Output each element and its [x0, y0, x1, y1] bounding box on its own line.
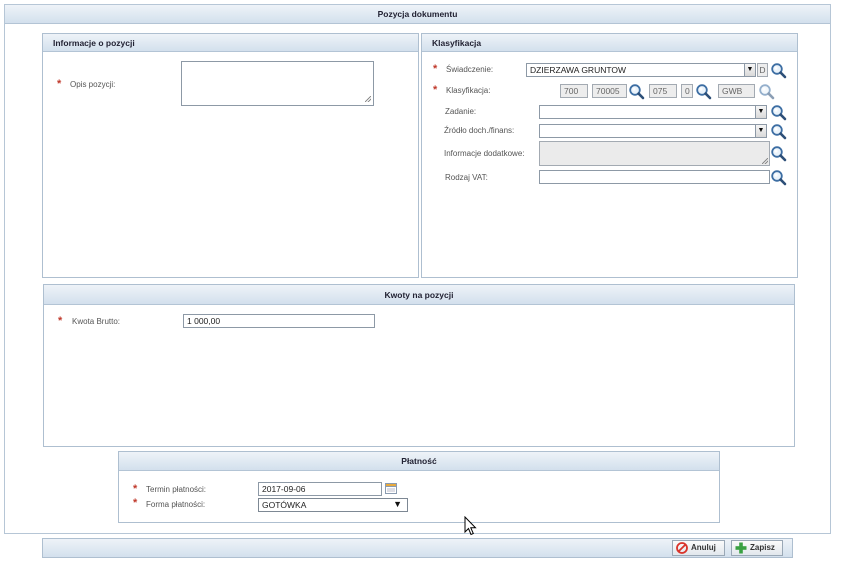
zadanie-select[interactable]: ▼ — [539, 105, 767, 119]
chevron-down-icon[interactable]: ▼ — [755, 125, 766, 137]
klasyfikacja-panel-title: Klasyfikacja — [422, 34, 797, 52]
kwoty-panel: Kwoty na pozycji * Kwota Brutto: 1 000,0… — [43, 284, 795, 447]
info-panel-title: Informacje o pozycji — [43, 34, 418, 52]
kwota-brutto-label: Kwota Brutto: — [72, 317, 121, 326]
search-icon[interactable] — [770, 104, 787, 121]
termin-platnosci-input[interactable]: 2017-09-06 — [258, 482, 382, 496]
resize-handle-icon[interactable] — [762, 158, 768, 164]
swiadczenie-label: Świadczenie: — [446, 65, 494, 74]
footer-toolbar: Anuluj Zapisz — [42, 538, 793, 558]
klasyfikacja-panel: Klasyfikacja * Świadczenie: DZIERZAWA GR… — [421, 33, 798, 278]
search-icon[interactable] — [770, 123, 787, 140]
save-button[interactable]: Zapisz — [731, 540, 783, 556]
cancel-button[interactable]: Anuluj — [672, 540, 725, 556]
search-icon — [758, 83, 775, 100]
termin-platnosci-label: Termin płatności: — [146, 485, 207, 494]
opis-textarea[interactable] — [181, 61, 374, 106]
dialog-title: Pozycja dokumentu — [5, 5, 830, 24]
resize-handle-icon[interactable] — [365, 96, 371, 102]
klasyfikacja-dzial: 700 — [560, 84, 588, 98]
kwoty-panel-title: Kwoty na pozycji — [44, 285, 794, 305]
search-icon[interactable] — [695, 83, 712, 100]
required-marker: * — [433, 84, 438, 96]
mouse-cursor-icon — [464, 516, 477, 536]
chevron-down-icon[interactable]: ▼ — [755, 106, 766, 118]
klasyfikacja-zrodlo: GWB — [718, 84, 755, 98]
required-marker: * — [57, 78, 62, 90]
forma-platnosci-label: Forma płatności: — [146, 500, 206, 509]
info-dodatkowe-textarea[interactable] — [539, 141, 770, 166]
calendar-icon[interactable] — [385, 482, 397, 494]
platnosc-panel-title: Płatność — [119, 452, 719, 471]
required-marker: * — [133, 497, 138, 509]
klasyfikacja-paragraf: 075 — [649, 84, 677, 98]
save-button-label: Zapisz — [750, 543, 775, 552]
required-marker: * — [433, 63, 438, 75]
search-icon[interactable] — [628, 83, 645, 100]
zrodlo-select[interactable]: ▼ — [539, 124, 767, 138]
zadanie-label: Zadanie: — [445, 107, 477, 116]
required-marker: * — [133, 483, 138, 495]
swiadczenie-code: D — [757, 63, 768, 77]
kwota-brutto-input[interactable]: 1 000,00 — [183, 314, 375, 328]
opis-label: Opis pozycji: — [70, 80, 116, 89]
forma-platnosci-value: GOTÓWKA — [262, 500, 307, 510]
search-icon[interactable] — [770, 145, 787, 162]
chevron-down-icon[interactable]: ▼ — [744, 64, 755, 76]
plus-icon — [735, 542, 747, 554]
platnosc-panel: Płatność * Termin płatności: 2017-09-06 … — [118, 451, 720, 523]
info-panel: Informacje o pozycji * Opis pozycji: — [42, 33, 419, 278]
search-icon[interactable] — [770, 169, 787, 186]
cancel-button-label: Anuluj — [691, 543, 716, 552]
rodzaj-vat-input[interactable] — [539, 170, 770, 184]
zrodlo-label: Źródło doch./finans: — [444, 126, 515, 135]
chevron-down-icon[interactable]: ▼ — [393, 499, 402, 510]
rodzaj-vat-label: Rodzaj VAT: — [445, 173, 488, 182]
required-marker: * — [58, 315, 63, 327]
swiadczenie-value: DZIERZAWA GRUNTOW — [530, 65, 627, 75]
klasyfikacja-rozdzial: 70005 — [592, 84, 627, 98]
swiadczenie-select[interactable]: DZIERZAWA GRUNTOW ▼ — [526, 63, 756, 77]
info-dodatkowe-label: Informacje dodatkowe: — [444, 149, 525, 158]
cancel-icon — [676, 542, 688, 554]
search-icon[interactable] — [770, 62, 787, 79]
klasyfikacja-czwarta: 0 — [681, 84, 693, 98]
klasyfikacja-label: Klasyfikacja: — [446, 86, 491, 95]
forma-platnosci-select[interactable]: GOTÓWKA ▼ — [258, 498, 408, 512]
